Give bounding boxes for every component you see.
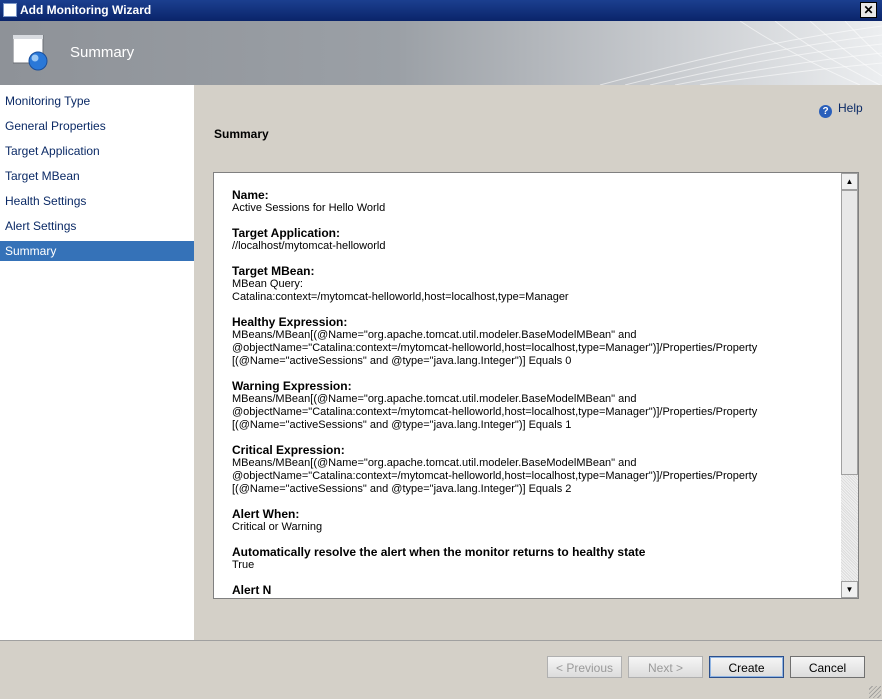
help-label: Help — [838, 101, 863, 115]
summary-field-healthy-expression: Healthy Expression: MBeans/MBean[(@Name=… — [232, 316, 832, 368]
field-value: Active Sessions for Hello World — [232, 202, 386, 214]
scroll-down-icon[interactable]: ▼ — [841, 581, 858, 598]
field-value: Critical or Warning — [232, 521, 323, 533]
scroll-thumb[interactable] — [841, 190, 858, 475]
summary-field-auto-resolve: Automatically resolve the alert when the… — [232, 546, 832, 572]
nav-item-health-settings[interactable]: Health Settings — [0, 191, 194, 211]
nav-item-general-properties[interactable]: General Properties — [0, 116, 194, 136]
field-value: MBean Query: Catalina:context=/mytomcat-… — [232, 278, 569, 303]
field-label: Alert When: — [232, 507, 300, 521]
summary-field-critical-expression: Critical Expression: MBeans/MBean[(@Name… — [232, 444, 832, 496]
vertical-scrollbar[interactable]: ▲ ▼ — [841, 173, 858, 598]
banner-heading: Summary — [70, 44, 135, 61]
summary-field-target-application: Target Application: //localhost/mytomcat… — [232, 227, 832, 253]
field-value: MBeans/MBean[(@Name="org.apache.tomcat.u… — [232, 329, 758, 367]
nav-item-monitoring-type[interactable]: Monitoring Type — [0, 91, 194, 111]
cancel-button[interactable]: Cancel — [790, 656, 865, 678]
help-link[interactable]: ? Help — [819, 101, 863, 118]
summary-field-warning-expression: Warning Expression: MBeans/MBean[(@Name=… — [232, 380, 832, 432]
nav-item-target-application[interactable]: Target Application — [0, 141, 194, 161]
nav-item-summary[interactable]: Summary — [0, 241, 194, 261]
wizard-icon — [13, 35, 48, 71]
summary-content: Name: Active Sessions for Hello World Ta… — [232, 189, 832, 598]
nav-item-target-mbean[interactable]: Target MBean — [0, 166, 194, 186]
field-label: Name: — [232, 188, 269, 202]
summary-field-target-mbean: Target MBean: MBean Query: Catalina:cont… — [232, 265, 832, 304]
field-label: Automatically resolve the alert when the… — [232, 545, 646, 559]
window-title: Add Monitoring Wizard — [20, 3, 152, 17]
field-value: //localhost/mytomcat-helloworld — [232, 240, 386, 252]
summary-field-alert-name-partial: Alert N — [232, 584, 832, 597]
field-label: Critical Expression: — [232, 443, 345, 457]
field-label: Target Application: — [232, 226, 340, 240]
title-bar: Add Monitoring Wizard ✕ — [0, 0, 882, 21]
window-icon — [3, 3, 17, 17]
page-title: Summary — [214, 127, 269, 141]
next-button[interactable]: Next > — [628, 656, 703, 678]
field-label: Target MBean: — [232, 264, 315, 278]
create-button[interactable]: Create — [709, 656, 784, 678]
resize-grip-icon[interactable] — [869, 686, 881, 698]
help-icon: ? — [819, 105, 832, 118]
field-label: Alert N — [232, 583, 272, 597]
field-value: MBeans/MBean[(@Name="org.apache.tomcat.u… — [232, 457, 758, 495]
field-label: Warning Expression: — [232, 379, 352, 393]
wizard-step-nav: Monitoring Type General Properties Targe… — [0, 85, 194, 640]
footer-divider — [0, 640, 882, 641]
field-value: MBeans/MBean[(@Name="org.apache.tomcat.u… — [232, 393, 758, 431]
summary-field-name: Name: Active Sessions for Hello World — [232, 189, 832, 215]
summary-textbox[interactable]: Name: Active Sessions for Hello World Ta… — [213, 172, 859, 599]
wizard-banner: Summary — [0, 21, 882, 85]
summary-field-alert-when: Alert When: Critical or Warning — [232, 508, 832, 534]
previous-button[interactable]: < Previous — [547, 656, 622, 678]
field-label: Healthy Expression: — [232, 315, 348, 329]
field-value: True — [232, 559, 255, 571]
close-icon[interactable]: ✕ — [860, 2, 877, 18]
scroll-up-icon[interactable]: ▲ — [841, 173, 858, 190]
nav-item-alert-settings[interactable]: Alert Settings — [0, 216, 194, 236]
